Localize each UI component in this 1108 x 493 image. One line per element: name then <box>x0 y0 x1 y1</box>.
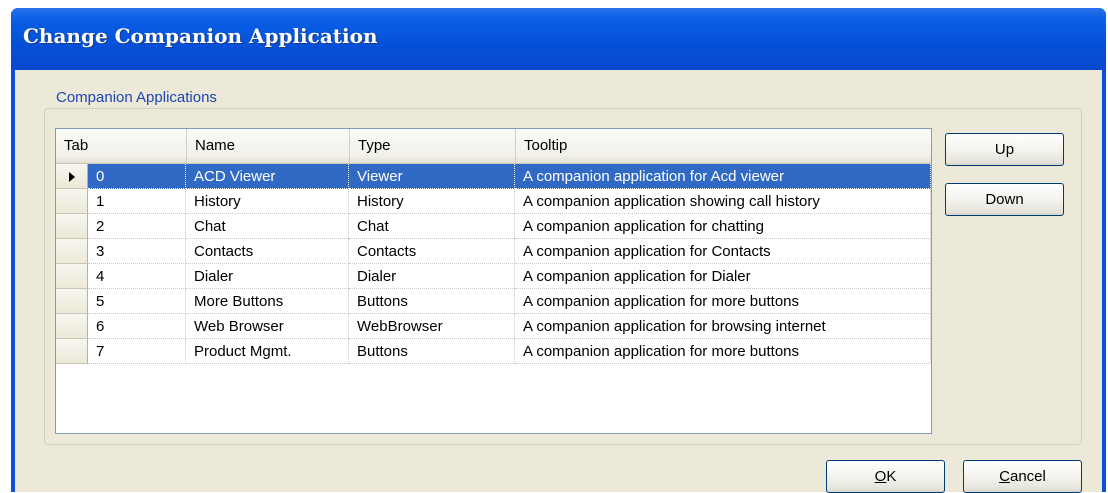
cell-tab[interactable]: 2 <box>88 214 186 239</box>
cell-tab[interactable]: 5 <box>88 289 186 314</box>
cancel-label-rest: ancel <box>1009 468 1046 485</box>
row-header[interactable] <box>56 289 88 314</box>
cell-tab[interactable]: 7 <box>88 339 186 364</box>
cell-name[interactable]: History <box>186 189 349 214</box>
down-button[interactable]: Down <box>945 183 1064 216</box>
table-row[interactable]: 1 History History A companion application s… <box>56 189 931 214</box>
table-row[interactable]: 7 Product Mgmt. Buttons A companion applica… <box>56 339 931 364</box>
row-header[interactable] <box>56 339 88 364</box>
cell-tab[interactable]: 4 <box>88 264 186 289</box>
row-header[interactable] <box>56 314 88 339</box>
row-header[interactable] <box>56 264 88 289</box>
cell-type[interactable]: Buttons <box>349 339 515 364</box>
cell-tooltip[interactable]: A companion application for Acd viewer <box>515 164 931 189</box>
cell-type[interactable]: Contacts <box>349 239 515 264</box>
ok-label-rest: K <box>886 468 897 485</box>
up-button[interactable]: Up <box>945 133 1064 166</box>
table-row[interactable]: 0 ACD Viewer Viewer A companion application… <box>56 164 931 189</box>
cell-tab[interactable]: 0 <box>88 164 186 189</box>
cell-tooltip[interactable]: A companion application showing call his… <box>515 189 931 214</box>
cell-tab[interactable]: 1 <box>88 189 186 214</box>
cell-type[interactable]: Viewer <box>349 164 515 189</box>
ok-mnemonic: O <box>874 468 887 485</box>
cell-tooltip[interactable]: A companion application for more buttons <box>515 339 931 364</box>
current-row-arrow-icon <box>69 172 75 182</box>
cell-tooltip[interactable]: A companion application for more buttons <box>515 289 931 314</box>
group-label: Companion Applications <box>52 89 221 106</box>
cell-type[interactable]: WebBrowser <box>349 314 515 339</box>
window-title: Change Companion Application <box>23 24 378 48</box>
table-row[interactable]: 2 Chat Chat A companion application for cha… <box>56 214 931 239</box>
cell-type[interactable]: History <box>349 189 515 214</box>
grid-header: Tab Name Type Tooltip <box>56 129 931 164</box>
row-header[interactable] <box>56 214 88 239</box>
cell-name[interactable]: Chat <box>186 214 349 239</box>
table-row[interactable]: 6 Web Browser WebBrowser A companion applic… <box>56 314 931 339</box>
cell-name[interactable]: Contacts <box>186 239 349 264</box>
cell-name[interactable]: More Buttons <box>186 289 349 314</box>
cell-name[interactable]: Product Mgmt. <box>186 339 349 364</box>
table-row[interactable]: 4 Dialer Dialer A companion application for… <box>56 264 931 289</box>
dialog-client-area: Companion Applications Tab Name Type Too… <box>15 70 1102 493</box>
cell-name[interactable]: Dialer <box>186 264 349 289</box>
ok-button[interactable]: OK <box>826 460 945 493</box>
cell-tooltip[interactable]: A companion application for browsing int… <box>515 314 931 339</box>
cell-type[interactable]: Chat <box>349 214 515 239</box>
title-bar[interactable]: Change Companion Application <box>11 8 1106 70</box>
cell-tooltip[interactable]: A companion application for chatting <box>515 214 931 239</box>
row-header[interactable] <box>56 189 88 214</box>
cancel-mnemonic: C <box>999 468 1010 485</box>
companion-apps-grid[interactable]: Tab Name Type Tooltip 0 ACD Viewer Viewer A… <box>55 128 932 434</box>
cancel-button[interactable]: Cancel <box>963 460 1082 493</box>
dialog-window: Change Companion Application Companion A… <box>11 8 1106 493</box>
cell-type[interactable]: Dialer <box>349 264 515 289</box>
column-header-type[interactable]: Type <box>349 129 515 163</box>
cell-tab[interactable]: 3 <box>88 239 186 264</box>
cell-name[interactable]: Web Browser <box>186 314 349 339</box>
cell-tooltip[interactable]: A companion application for Dialer <box>515 264 931 289</box>
cell-type[interactable]: Buttons <box>349 289 515 314</box>
table-row[interactable]: 5 More Buttons Buttons A companion applicat… <box>56 289 931 314</box>
row-header[interactable] <box>56 164 88 189</box>
column-header-name[interactable]: Name <box>186 129 349 163</box>
column-header-tab[interactable]: Tab <box>56 129 186 163</box>
table-row[interactable]: 3 Contacts Contacts A companion application… <box>56 239 931 264</box>
column-header-tooltip[interactable]: Tooltip <box>515 129 931 163</box>
cell-tab[interactable]: 6 <box>88 314 186 339</box>
row-header[interactable] <box>56 239 88 264</box>
cell-name[interactable]: ACD Viewer <box>186 164 349 189</box>
cell-tooltip[interactable]: A companion application for Contacts <box>515 239 931 264</box>
